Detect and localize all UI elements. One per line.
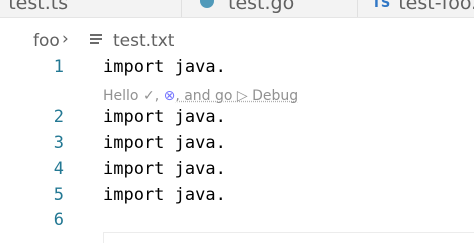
- tab-label: test-foo.ts: [398, 0, 474, 14]
- tab-label: test.ts: [8, 0, 68, 14]
- breadcrumb-folder[interactable]: foo: [33, 31, 60, 51]
- breadcrumb: foo › test.txt: [0, 28, 474, 54]
- line-number: 6: [40, 207, 64, 233]
- suggest-widget-edge: [103, 232, 474, 243]
- line-number: 4: [40, 156, 64, 182]
- code-line[interactable]: 1 import java.: [0, 54, 474, 80]
- error-circle-icon: ⊗: [164, 88, 176, 104]
- text-file-icon: [90, 34, 102, 47]
- go-gopher-icon: [200, 0, 214, 8]
- breadcrumb-file[interactable]: test.txt: [113, 31, 174, 51]
- tab-test-ts[interactable]: TS test.ts: [0, 0, 68, 16]
- code-text[interactable]: import java.: [103, 104, 226, 130]
- codelens-separator: ,: [155, 88, 159, 104]
- tab-test-foo-ts[interactable]: TS test-foo.ts: [372, 0, 474, 16]
- code-line[interactable]: 2 import java.: [0, 104, 474, 130]
- line-number: 2: [40, 104, 64, 130]
- code-line[interactable]: 6: [0, 207, 474, 233]
- code-text[interactable]: import java.: [103, 156, 226, 182]
- code-line[interactable]: 5 import java.: [0, 182, 474, 208]
- code-line[interactable]: 4 import java.: [0, 156, 474, 182]
- line-number: 1: [40, 54, 64, 80]
- code-text[interactable]: import java.: [103, 182, 226, 208]
- tab-label: test.go: [228, 0, 294, 14]
- tab-divider: [357, 0, 358, 17]
- line-number: 3: [40, 130, 64, 156]
- tab-divider: [181, 0, 182, 17]
- code-text[interactable]: import java.: [103, 54, 226, 80]
- line-number: 5: [40, 182, 64, 208]
- codelens-debug-link[interactable]: , and go ▷ Debug: [175, 88, 298, 104]
- tab-bar: TS test.ts test.go TS test-foo.ts: [0, 0, 474, 18]
- codelens[interactable]: Hello ✓, ⊗, and go ▷ Debug: [103, 86, 298, 106]
- typescript-icon: TS: [372, 0, 390, 11]
- check-icon: ✓: [143, 88, 155, 104]
- code-line[interactable]: 3 import java.: [0, 130, 474, 156]
- tab-test-go[interactable]: test.go: [200, 0, 294, 16]
- codelens-hello[interactable]: Hello: [103, 88, 139, 104]
- chevron-right-icon: ›: [62, 29, 69, 49]
- code-text[interactable]: import java.: [103, 130, 226, 156]
